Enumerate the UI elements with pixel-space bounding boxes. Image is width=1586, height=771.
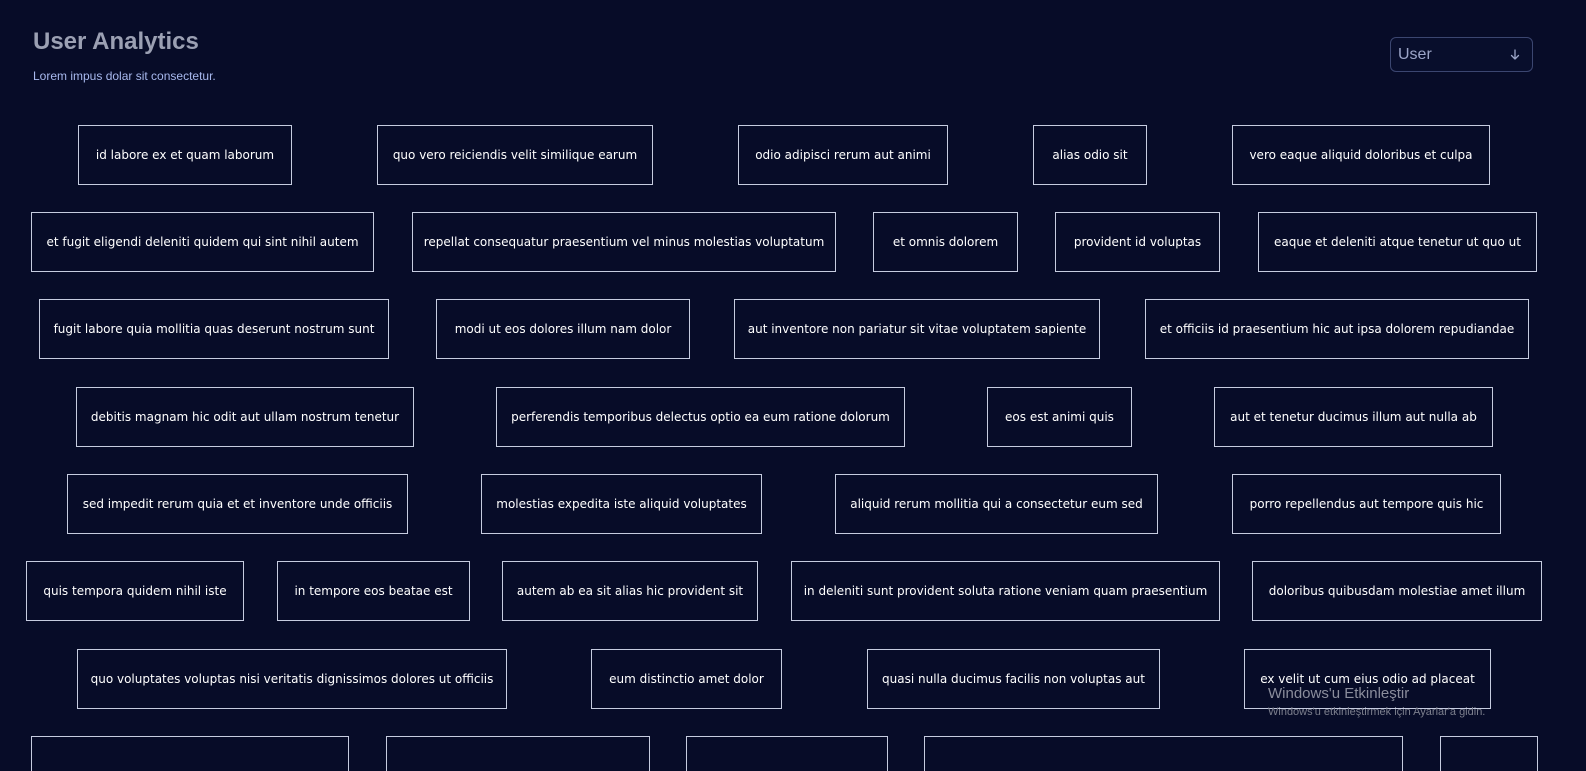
tag-button[interactable] <box>686 736 888 771</box>
tag-button[interactable]: et fugit eligendi deleniti quidem qui si… <box>31 212 374 272</box>
tag-button[interactable]: provident id voluptas <box>1055 212 1220 272</box>
user-filter-select[interactable]: User <box>1390 37 1533 72</box>
user-filter-value: User <box>1398 45 1432 63</box>
tag-button[interactable]: aut inventore non pariatur sit vitae vol… <box>734 299 1100 359</box>
page-subtitle: Lorem impus dolar sit consectetur. <box>33 69 216 83</box>
tag-button[interactable] <box>386 736 650 771</box>
arrow-down-icon <box>1510 48 1520 60</box>
tag-button[interactable]: odio adipisci rerum aut animi <box>738 125 948 185</box>
tag-button[interactable]: quo vero reiciendis velit similique earu… <box>377 125 653 185</box>
tag-button[interactable]: fugit labore quia mollitia quas deserunt… <box>39 299 389 359</box>
tag-button[interactable]: autem ab ea sit alias hic provident sit <box>502 561 758 621</box>
tag-cloud: id labore ex et quam laborum quo vero re… <box>0 0 1586 771</box>
tag-button[interactable]: alias odio sit <box>1033 125 1147 185</box>
tag-button[interactable] <box>31 736 349 771</box>
tag-button[interactable]: doloribus quibusdam molestiae amet illum <box>1252 561 1542 621</box>
tag-button[interactable]: debitis magnam hic odit aut ullam nostru… <box>76 387 414 447</box>
page-title: User Analytics <box>33 28 199 55</box>
tag-button[interactable]: vero eaque aliquid doloribus et culpa <box>1232 125 1490 185</box>
tag-button[interactable]: perferendis temporibus delectus optio ea… <box>496 387 905 447</box>
tag-button[interactable]: porro repellendus aut tempore quis hic <box>1232 474 1501 534</box>
tag-button[interactable]: aut et tenetur ducimus illum aut nulla a… <box>1214 387 1493 447</box>
tag-button[interactable]: aliquid rerum mollitia qui a consectetur… <box>835 474 1158 534</box>
tag-button[interactable]: quis tempora quidem nihil iste <box>26 561 244 621</box>
tag-button[interactable]: in tempore eos beatae est <box>277 561 470 621</box>
tag-button[interactable] <box>1440 736 1538 771</box>
tag-button[interactable]: sed impedit rerum quia et et inventore u… <box>67 474 408 534</box>
tag-button[interactable]: eaque et deleniti atque tenetur ut quo u… <box>1258 212 1537 272</box>
tag-button[interactable]: in deleniti sunt provident soluta ration… <box>791 561 1220 621</box>
tag-button[interactable]: eum distinctio amet dolor <box>591 649 782 709</box>
tag-button[interactable]: eos est animi quis <box>987 387 1132 447</box>
tag-button[interactable]: modi ut eos dolores illum nam dolor <box>436 299 690 359</box>
tag-button[interactable]: et omnis dolorem <box>873 212 1018 272</box>
tag-button[interactable]: molestias expedita iste aliquid voluptat… <box>481 474 762 534</box>
tag-button[interactable]: quasi nulla ducimus facilis non voluptas… <box>867 649 1160 709</box>
tag-button[interactable] <box>924 736 1403 771</box>
tag-button[interactable]: id labore ex et quam laborum <box>78 125 292 185</box>
tag-button[interactable]: repellat consequatur praesentium vel min… <box>412 212 836 272</box>
tag-button[interactable]: ex velit ut cum eius odio ad placeat <box>1244 649 1491 709</box>
tag-button[interactable]: et officiis id praesentium hic aut ipsa … <box>1145 299 1529 359</box>
tag-button[interactable]: quo voluptates voluptas nisi veritatis d… <box>77 649 507 709</box>
